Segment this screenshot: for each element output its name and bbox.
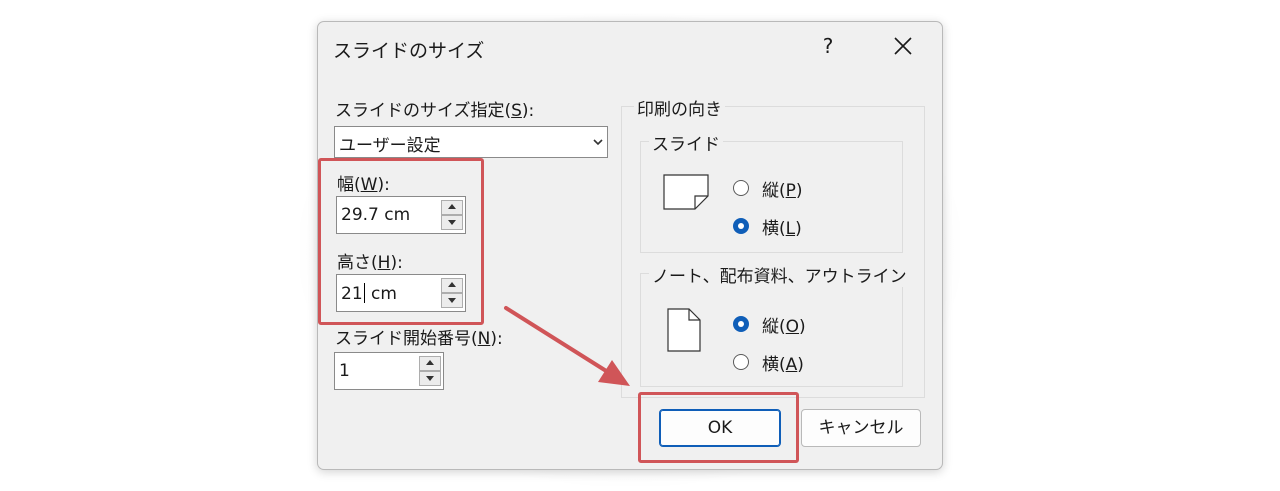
annotation-arrow	[504, 306, 630, 386]
